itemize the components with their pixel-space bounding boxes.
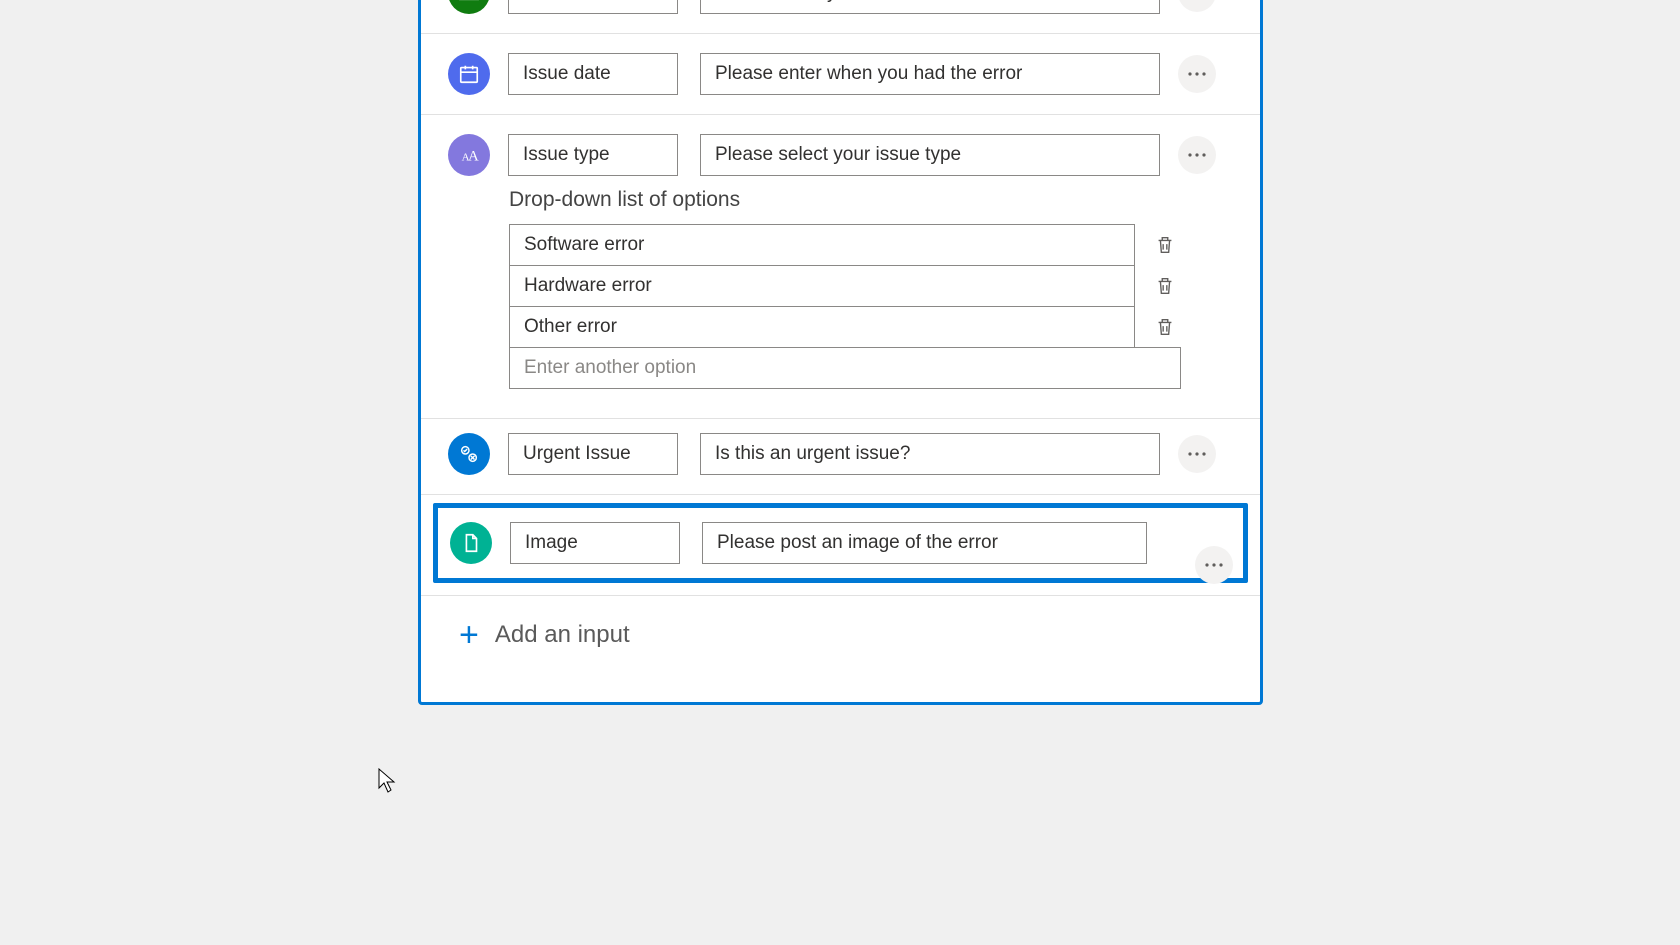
field-row-date (421, 34, 1260, 115)
field-desc-image[interactable] (702, 522, 1147, 564)
file-icon (450, 522, 492, 564)
field-row-image-highlighted (433, 503, 1248, 583)
more-button[interactable] (1178, 136, 1216, 174)
field-desc-date[interactable] (700, 53, 1160, 95)
trigger-card: AA Drop-down list of options (418, 0, 1263, 705)
more-button[interactable] (1178, 55, 1216, 93)
field-name-image[interactable] (510, 522, 680, 564)
add-input-label: Add an input (495, 621, 630, 649)
delete-option-button[interactable] (1149, 310, 1181, 344)
dropdown-option[interactable] (509, 224, 1135, 266)
delete-option-button[interactable] (1149, 228, 1181, 262)
field-name-urgent[interactable] (508, 433, 678, 475)
field-row-urgent (421, 419, 1260, 495)
field-name-type[interactable] (508, 134, 678, 176)
add-input-button[interactable]: + Add an input (421, 596, 1260, 652)
dropdown-new-option[interactable] (509, 347, 1181, 389)
field-desc-email[interactable] (700, 0, 1160, 14)
field-name-email[interactable] (508, 0, 678, 14)
field-desc-type[interactable] (700, 134, 1160, 176)
dropdown-options-section: Drop-down list of options (421, 182, 1260, 419)
dropdown-option[interactable] (509, 306, 1135, 348)
yesno-icon (448, 433, 490, 475)
field-row-email (421, 0, 1260, 34)
dropdown-option[interactable] (509, 265, 1135, 307)
delete-option-button[interactable] (1149, 269, 1181, 303)
svg-text:A: A (468, 149, 479, 165)
mouse-cursor (378, 768, 396, 794)
field-row-type: AA (421, 115, 1260, 182)
more-button[interactable] (1178, 0, 1216, 12)
email-icon (448, 0, 490, 14)
dropdown-option-list (509, 224, 1181, 388)
text-type-icon: AA (448, 134, 490, 176)
more-button[interactable] (1178, 435, 1216, 473)
calendar-icon (448, 53, 490, 95)
field-desc-urgent[interactable] (700, 433, 1160, 475)
dropdown-label: Drop-down list of options (509, 188, 1235, 212)
more-button[interactable] (1195, 546, 1233, 584)
plus-icon: + (459, 618, 479, 652)
field-name-date[interactable] (508, 53, 678, 95)
